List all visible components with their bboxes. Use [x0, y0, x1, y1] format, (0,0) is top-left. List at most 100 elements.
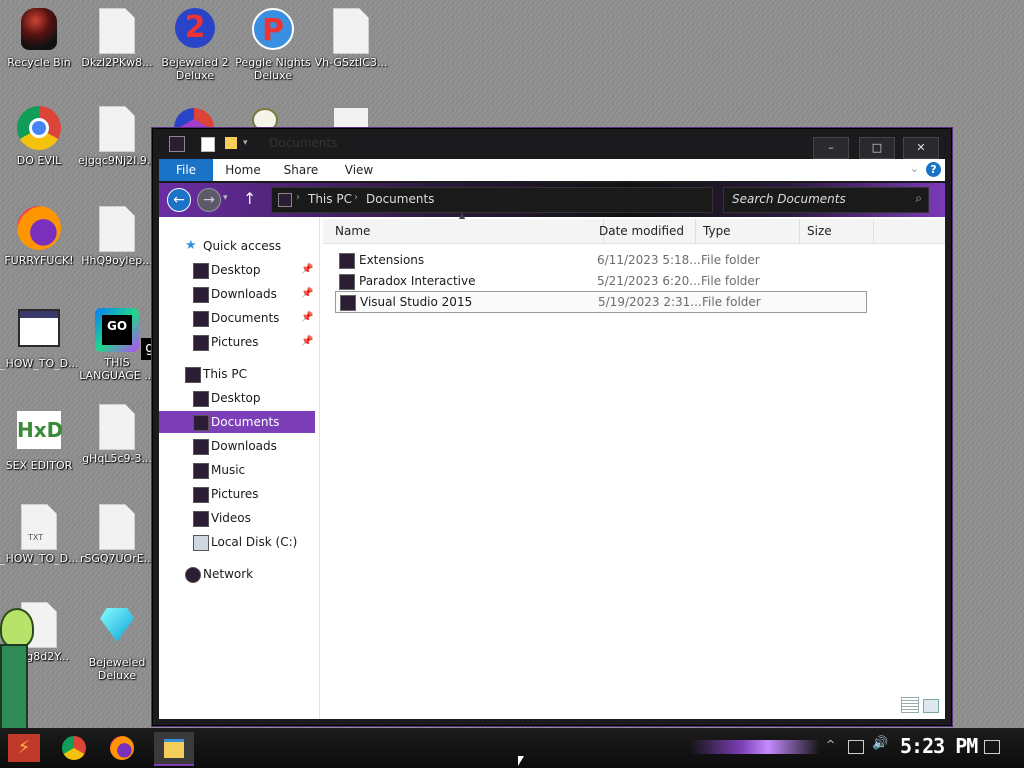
address-bar[interactable]: › This PC › Documents: [271, 187, 713, 213]
nav-qa-pictures[interactable]: Pictures 📌: [159, 331, 315, 353]
tab-home[interactable]: Home: [217, 159, 269, 181]
notifications-icon[interactable]: [984, 740, 1000, 754]
file-row[interactable]: Paradox Interactive 5/21/2023 6:20... Fi…: [335, 271, 865, 291]
tab-share[interactable]: Share: [275, 159, 327, 181]
file-row[interactable]: Extensions 6/11/2023 5:18... File folder: [335, 250, 865, 270]
file-icon: [95, 106, 139, 152]
desktop-icon-file-dkz[interactable]: DkzI2PKw8...: [78, 8, 156, 69]
tab-file[interactable]: File: [159, 159, 213, 181]
new-folder-icon[interactable]: [225, 137, 237, 149]
file-type: File folder: [702, 295, 761, 309]
quick-access-toolbar-dropdown-icon[interactable]: ▾: [243, 138, 248, 148]
column-size[interactable]: Size: [801, 219, 874, 243]
title-bar[interactable]: ▾ Documents – □ ✕: [153, 129, 951, 159]
explorer-window: ▾ Documents – □ ✕ File Home Share View ⌄…: [152, 128, 952, 726]
taskbar-file-explorer-icon[interactable]: [154, 732, 194, 766]
desktop-icon-file-hhq[interactable]: HhQ9oylep...: [78, 206, 156, 267]
nav-qa-desktop[interactable]: Desktop 📌: [159, 259, 315, 281]
desktop-folder-icon: [193, 263, 209, 279]
desktop-icon-how-to-1[interactable]: _HOW_TO_D...: [0, 306, 78, 370]
taskbar-chrome-icon[interactable]: [62, 736, 86, 760]
nav-pc-downloads[interactable]: Downloads: [159, 435, 315, 457]
nav-network[interactable]: Network: [159, 563, 315, 585]
nav-pc-documents[interactable]: Documents: [159, 411, 315, 433]
nav-pc-pictures[interactable]: Pictures: [159, 483, 315, 505]
desktop-icon-how-to-2[interactable]: TXT _HOW_TO_D...: [0, 504, 78, 565]
nav-label: Downloads: [211, 287, 277, 301]
search-box[interactable]: Search Documents ⌕: [723, 187, 929, 213]
start-button[interactable]: ⚡: [8, 734, 40, 762]
desktop-icon-peggle-nights[interactable]: P Peggle Nights Deluxe: [234, 8, 312, 82]
clock[interactable]: 5:23 PM: [900, 734, 978, 758]
details-view-button[interactable]: [901, 697, 919, 713]
network-icon: [185, 567, 201, 583]
downloads-folder-icon: [193, 439, 209, 455]
maximize-button[interactable]: □: [859, 137, 895, 159]
file-icon: [329, 8, 373, 54]
search-icon: ⌕: [915, 191, 922, 205]
folder-app-icon: [169, 136, 185, 152]
drive-icon: [193, 535, 209, 551]
downloads-folder-icon: [193, 287, 209, 303]
file-name: Visual Studio 2015: [360, 295, 473, 309]
breadcrumb-this-pc[interactable]: This PC: [308, 192, 352, 206]
file-name: Extensions: [359, 253, 425, 267]
desktop-icon-file-rsgq[interactable]: rSGQ7UOrE...: [78, 504, 156, 565]
desktop-icon-firefox[interactable]: FURRYFUCK!: [0, 206, 78, 267]
goland-icon: GO go: [95, 308, 167, 360]
column-type[interactable]: Type: [697, 219, 800, 243]
desktop-icon-recycle-bin[interactable]: Recycle Bin: [0, 8, 78, 69]
minimize-button[interactable]: –: [813, 137, 849, 159]
taskbar-decoration: [690, 740, 820, 754]
firefox-icon: [17, 206, 61, 250]
file-date: 5/19/2023 2:31...: [598, 295, 702, 309]
folder-icon: [339, 253, 355, 269]
column-name[interactable]: Name: [323, 219, 604, 243]
properties-icon[interactable]: [201, 137, 215, 152]
nav-qa-downloads[interactable]: Downloads 📌: [159, 283, 315, 305]
nav-pc-local-disk[interactable]: Local Disk (C:): [159, 531, 315, 553]
nav-label: Videos: [211, 511, 251, 525]
close-button[interactable]: ✕: [903, 137, 939, 159]
nav-qa-documents[interactable]: Documents 📌: [159, 307, 315, 329]
nav-quick-access[interactable]: ★ Quick access: [159, 235, 315, 257]
up-button[interactable]: ↑: [243, 189, 256, 208]
help-icon[interactable]: ?: [926, 162, 941, 177]
nav-this-pc[interactable]: This PC: [159, 363, 315, 385]
nav-pc-desktop[interactable]: Desktop: [159, 387, 315, 409]
desktop-icon-hxd[interactable]: HxD SEX EDITOR: [0, 408, 78, 472]
desktop-icon-bejeweled-2[interactable]: 2 Bejeweled 2 Deluxe: [156, 8, 234, 82]
file-icon: [95, 8, 139, 54]
desktop-icon-file-ejgqc[interactable]: ejgqc9Nj2I.9...: [78, 106, 156, 167]
breadcrumb-documents[interactable]: Documents: [366, 192, 434, 206]
file-icon-partial: [334, 108, 368, 128]
volume-icon[interactable]: 🔊: [872, 736, 888, 751]
taskbar-firefox-icon[interactable]: [110, 736, 134, 760]
ribbon-expand-icon[interactable]: ⌄: [910, 162, 919, 175]
pin-icon: 📌: [301, 336, 314, 347]
desktop-icon-bejeweled-deluxe[interactable]: Bejeweled Deluxe: [78, 604, 156, 682]
file-name: Paradox Interactive: [359, 274, 476, 288]
tray-overflow-icon[interactable]: ^: [826, 738, 835, 751]
large-icons-view-button[interactable]: [923, 699, 939, 713]
pin-icon: 📌: [301, 264, 314, 275]
file-row-selected[interactable]: Visual Studio 2015 5/19/2023 2:31... Fil…: [335, 291, 867, 313]
desktop-icon-file-vh[interactable]: Vh-GSztIC3...: [312, 8, 390, 69]
recent-locations-dropdown[interactable]: ▾: [223, 193, 228, 203]
nav-pc-music[interactable]: Music: [159, 459, 315, 481]
tab-view[interactable]: View: [333, 159, 385, 181]
sort-indicator-icon: ▲: [459, 211, 466, 220]
search-input[interactable]: Search Documents: [732, 192, 846, 206]
nav-label: Network: [203, 567, 254, 581]
computer-icon: [185, 367, 201, 383]
desktop-icon-file-ghql[interactable]: gHqL5c9-3...: [78, 404, 156, 465]
network-tray-icon[interactable]: [848, 740, 864, 754]
content-pane: ★ Quick access Desktop 📌 Downloads 📌 Doc…: [159, 211, 945, 719]
forward-button[interactable]: →: [197, 188, 221, 212]
column-date-modified[interactable]: Date modified: [593, 219, 696, 243]
peggle-icon: P: [251, 8, 295, 52]
back-button[interactable]: ←: [167, 188, 191, 212]
desktop-icon-goland[interactable]: GO go THIS LANGUAGE ...: [78, 308, 167, 382]
desktop-icon-chrome[interactable]: DO EVIL: [0, 106, 78, 167]
nav-pc-videos[interactable]: Videos: [159, 507, 315, 529]
